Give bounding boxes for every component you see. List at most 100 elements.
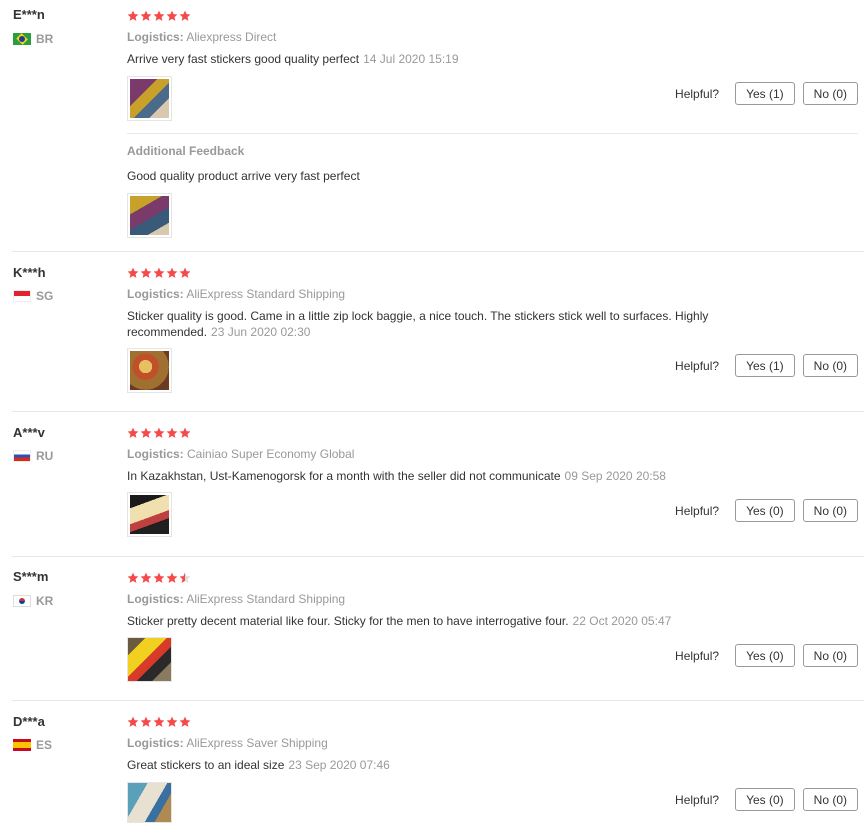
helpful-yes-button[interactable]: Yes (0) bbox=[735, 788, 795, 811]
star-icon bbox=[140, 10, 152, 22]
star-icon bbox=[140, 267, 152, 279]
logistics-info: Logistics: Aliexpress Direct bbox=[127, 30, 276, 44]
additional-feedback-text: Good quality product arrive very fast pe… bbox=[127, 169, 360, 183]
review-photo bbox=[130, 495, 169, 534]
helpful-vote: Helpful? Yes (1) No (0) bbox=[675, 82, 858, 105]
logistics-label: Logistics: bbox=[127, 287, 184, 301]
reviewer-country: KR bbox=[13, 594, 53, 608]
star-icon bbox=[166, 716, 178, 728]
logistics-method: Aliexpress Direct bbox=[186, 30, 277, 44]
helpful-no-button[interactable]: No (0) bbox=[802, 82, 858, 105]
star-icon bbox=[153, 427, 165, 439]
helpful-no-button[interactable]: No (0) bbox=[802, 354, 858, 377]
review-date: 23 Sep 2020 07:46 bbox=[288, 758, 390, 772]
review-photo bbox=[130, 351, 169, 390]
additional-photo bbox=[130, 196, 169, 235]
reviewer-name: K***h bbox=[13, 265, 46, 280]
review-date: 14 Jul 2020 15:19 bbox=[363, 52, 459, 66]
review-item: S***m KR Logistics: AliExpress Standard … bbox=[0, 556, 864, 701]
review-photo-thumbnail[interactable] bbox=[127, 492, 172, 537]
star-icon bbox=[153, 572, 165, 584]
star-rating bbox=[127, 427, 191, 439]
additional-feedback-divider bbox=[127, 133, 858, 134]
star-icon bbox=[166, 572, 178, 584]
star-icon bbox=[127, 716, 139, 728]
helpful-no-button[interactable]: No (0) bbox=[802, 499, 858, 522]
review-date: 23 Jun 2020 02:30 bbox=[211, 325, 311, 339]
reviewer-country: BR bbox=[13, 32, 53, 46]
helpful-no-button[interactable]: No (0) bbox=[802, 644, 858, 667]
star-icon bbox=[179, 267, 191, 279]
star-icon bbox=[153, 716, 165, 728]
helpful-yes-button[interactable]: Yes (0) bbox=[735, 499, 795, 522]
review-photo-thumbnail[interactable] bbox=[127, 348, 172, 393]
helpful-label: Helpful? bbox=[675, 792, 720, 807]
review-item: A***v RU Logistics: Cainiao Super Econom… bbox=[0, 411, 864, 556]
helpful-vote: Helpful? Yes (1) No (0) bbox=[675, 354, 858, 377]
logistics-label: Logistics: bbox=[127, 592, 184, 606]
star-rating bbox=[127, 572, 191, 584]
helpful-label: Helpful? bbox=[675, 503, 720, 518]
review-divider bbox=[12, 700, 864, 701]
additional-photo-thumbnail[interactable] bbox=[127, 193, 172, 238]
review-date: 09 Sep 2020 20:58 bbox=[564, 469, 666, 483]
review-photo-thumbnail[interactable] bbox=[127, 637, 172, 682]
star-icon bbox=[179, 716, 191, 728]
star-icon bbox=[140, 427, 152, 439]
logistics-method: Cainiao Super Economy Global bbox=[187, 447, 355, 461]
helpful-vote: Helpful? Yes (0) No (0) bbox=[675, 499, 858, 522]
logistics-info: Logistics: AliExpress Standard Shipping bbox=[127, 592, 345, 606]
review-item: K***h SG Logistics: AliExpress Standard … bbox=[0, 251, 864, 411]
review-text: Sticker pretty decent material like four… bbox=[127, 613, 747, 629]
logistics-info: Logistics: AliExpress Standard Shipping bbox=[127, 287, 345, 301]
review-photo-thumbnail[interactable] bbox=[127, 782, 172, 823]
country-code: RU bbox=[36, 449, 54, 463]
star-icon bbox=[127, 427, 139, 439]
review-photo bbox=[128, 638, 171, 681]
country-code: SG bbox=[36, 289, 54, 303]
star-icon bbox=[127, 10, 139, 22]
star-icon bbox=[179, 10, 191, 22]
review-photo bbox=[128, 783, 171, 822]
review-photo bbox=[130, 79, 169, 118]
helpful-yes-button[interactable]: Yes (0) bbox=[735, 644, 795, 667]
star-icon bbox=[153, 267, 165, 279]
country-code: KR bbox=[36, 594, 54, 608]
helpful-yes-button[interactable]: Yes (1) bbox=[735, 82, 795, 105]
helpful-label: Helpful? bbox=[675, 648, 720, 663]
logistics-info: Logistics: Cainiao Super Economy Global bbox=[127, 447, 354, 461]
review-item: E***n BR Logistics: Aliexpress Direct Ar… bbox=[0, 0, 864, 252]
logistics-method: AliExpress Standard Shipping bbox=[186, 592, 346, 606]
review-photo-thumbnail[interactable] bbox=[127, 76, 172, 121]
review-date: 22 Oct 2020 05:47 bbox=[572, 614, 672, 628]
helpful-no-button[interactable]: No (0) bbox=[802, 788, 858, 811]
review-item: D***a ES Logistics: AliExpress Saver Shi… bbox=[0, 700, 864, 823]
review-divider bbox=[12, 411, 864, 412]
flag-spain-icon bbox=[13, 739, 31, 751]
star-icon bbox=[179, 427, 191, 439]
reviewer-name: D***a bbox=[13, 714, 45, 729]
review-text: In Kazakhstan, Ust-Kamenogorsk for a mon… bbox=[127, 468, 747, 484]
star-icon bbox=[127, 267, 139, 279]
star-icon bbox=[166, 427, 178, 439]
reviewer-name: S***m bbox=[13, 569, 49, 584]
logistics-method: AliExpress Saver Shipping bbox=[186, 736, 328, 750]
helpful-label: Helpful? bbox=[675, 358, 720, 373]
logistics-info: Logistics: AliExpress Saver Shipping bbox=[127, 736, 328, 750]
star-rating bbox=[127, 10, 191, 22]
logistics-label: Logistics: bbox=[127, 736, 184, 750]
star-icon bbox=[166, 10, 178, 22]
review-divider bbox=[12, 251, 864, 252]
review-body: Sticker pretty decent material like four… bbox=[127, 614, 569, 628]
helpful-yes-button[interactable]: Yes (1) bbox=[735, 354, 795, 377]
logistics-label: Logistics: bbox=[127, 30, 184, 44]
star-rating bbox=[127, 267, 191, 279]
reviewer-name: A***v bbox=[13, 425, 45, 440]
additional-feedback-title: Additional Feedback bbox=[127, 144, 245, 158]
country-code: BR bbox=[36, 32, 54, 46]
helpful-vote: Helpful? Yes (0) No (0) bbox=[675, 788, 858, 811]
review-text: Great stickers to an ideal size 23 Sep 20… bbox=[127, 757, 747, 773]
helpful-vote: Helpful? Yes (0) No (0) bbox=[675, 644, 858, 667]
logistics-label: Logistics: bbox=[127, 447, 184, 461]
country-code: ES bbox=[36, 738, 53, 752]
